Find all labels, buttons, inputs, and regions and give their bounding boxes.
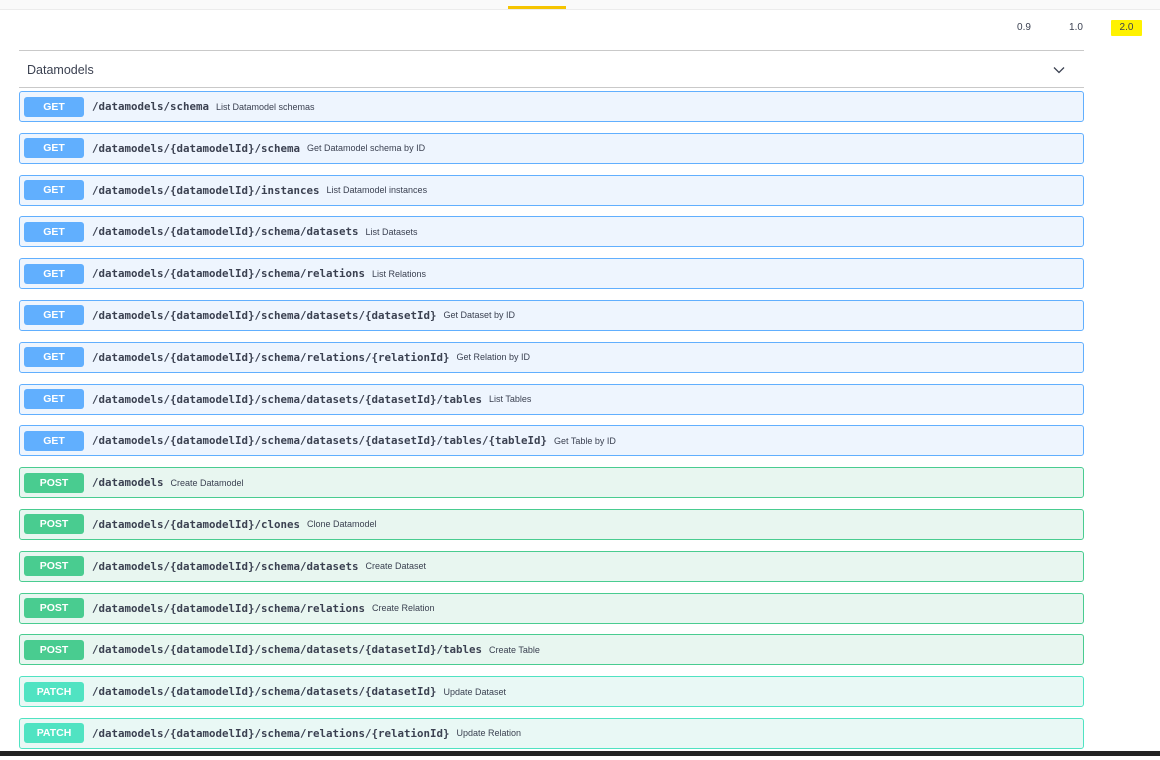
bottom-edge bbox=[0, 751, 1160, 756]
operation-path: /datamodels/{datamodelId}/schema/dataset… bbox=[92, 392, 483, 406]
operation-summary: List Datasets bbox=[365, 226, 418, 237]
method-badge-get: GET bbox=[24, 389, 84, 410]
operation-row-patch[interactable]: PATCH/datamodels/{datamodelId}/schema/da… bbox=[19, 676, 1084, 708]
operation-summary: Update Dataset bbox=[443, 686, 507, 697]
method-badge-get: GET bbox=[24, 430, 84, 451]
section-bottom-divider bbox=[19, 87, 1084, 88]
section-title: Datamodels bbox=[27, 63, 94, 77]
method-badge-get: GET bbox=[24, 305, 84, 326]
version-selector: 0.9 1.0 2.0 bbox=[0, 20, 1160, 38]
version-option-1-0[interactable]: 1.0 bbox=[1067, 20, 1085, 36]
operation-path: /datamodels/{datamodelId}/clones bbox=[92, 517, 301, 531]
operation-path: /datamodels/{datamodelId}/schema/dataset… bbox=[92, 643, 483, 657]
operation-path: /datamodels/{datamodelId}/schema/dataset… bbox=[92, 685, 437, 699]
method-badge-post: POST bbox=[24, 472, 84, 493]
operation-summary: List Datamodel schemas bbox=[216, 101, 315, 112]
operation-row-post[interactable]: POST/datamodels/{datamodelId}/schema/rel… bbox=[19, 592, 1084, 624]
section-top-divider bbox=[19, 50, 1084, 51]
operation-summary: Create Datamodel bbox=[170, 477, 244, 488]
method-badge-post: POST bbox=[24, 514, 84, 535]
operation-path: /datamodels/schema bbox=[92, 100, 210, 113]
method-badge-post: POST bbox=[24, 598, 84, 619]
operation-summary: Create Table bbox=[489, 644, 540, 655]
operation-path: /datamodels/{datamodelId}/schema/dataset… bbox=[92, 225, 359, 239]
operation-row-post[interactable]: POST/datamodels/{datamodelId}/schema/dat… bbox=[19, 550, 1084, 582]
operation-path: /datamodels bbox=[92, 476, 164, 490]
method-badge-post: POST bbox=[24, 556, 84, 577]
operation-summary: Get Relation by ID bbox=[456, 352, 531, 363]
method-badge-patch: PATCH bbox=[24, 723, 84, 744]
operation-path: /datamodels/{datamodelId}/schema/dataset… bbox=[92, 434, 548, 448]
method-badge-get: GET bbox=[24, 221, 84, 242]
operation-summary: Get Datamodel schema by ID bbox=[307, 143, 426, 154]
operation-row-post[interactable]: POST/datamodels Create Datamodel bbox=[19, 467, 1084, 499]
operation-row-get[interactable]: GET/datamodels/{datamodelId}/schema/data… bbox=[19, 425, 1084, 457]
operation-path: /datamodels/{datamodelId}/schema bbox=[92, 141, 301, 155]
operation-path: /datamodels/{datamodelId}/schema/relatio… bbox=[92, 267, 366, 281]
method-badge-get: GET bbox=[24, 96, 84, 117]
operations-list: GET/datamodels/schema List Datamodel sche… bbox=[19, 91, 1084, 760]
method-badge-get: GET bbox=[24, 180, 84, 201]
operation-summary: List Tables bbox=[489, 394, 532, 405]
operation-summary: Create Dataset bbox=[365, 561, 427, 572]
operation-path: /datamodels/{datamodelId}/schema/relatio… bbox=[92, 350, 450, 364]
operation-path: /datamodels/{datamodelId}/schema/relatio… bbox=[92, 726, 450, 740]
method-badge-post: POST bbox=[24, 639, 84, 660]
method-badge-get: GET bbox=[24, 347, 84, 368]
operation-path: /datamodels/{datamodelId}/schema/dataset… bbox=[92, 559, 359, 573]
operation-summary: List Datamodel instances bbox=[326, 185, 428, 196]
operation-summary: Get Dataset by ID bbox=[443, 310, 516, 321]
top-nav-strip bbox=[0, 0, 1160, 10]
operation-path: /datamodels/{datamodelId}/schema/dataset… bbox=[92, 308, 437, 322]
operation-row-get[interactable]: GET/datamodels/{datamodelId}/instances Li… bbox=[19, 174, 1084, 206]
operation-row-patch[interactable]: PATCH/datamodels/{datamodelId}/schema/re… bbox=[19, 717, 1084, 749]
operation-summary: Get Table by ID bbox=[554, 435, 616, 446]
method-badge-patch: PATCH bbox=[24, 681, 84, 702]
operation-path: /datamodels/{datamodelId}/schema/relatio… bbox=[92, 601, 366, 615]
method-badge-get: GET bbox=[24, 138, 84, 159]
chevron-down-icon[interactable] bbox=[1052, 63, 1066, 77]
operation-row-get[interactable]: GET/datamodels/{datamodelId}/schema/data… bbox=[19, 299, 1084, 331]
operation-row-get[interactable]: GET/datamodels/{datamodelId}/schema Get D… bbox=[19, 132, 1084, 164]
operation-row-get[interactable]: GET/datamodels/{datamodelId}/schema/data… bbox=[19, 216, 1084, 248]
operation-row-get[interactable]: GET/datamodels/{datamodelId}/schema/data… bbox=[19, 383, 1084, 415]
operation-summary: Clone Datamodel bbox=[307, 519, 377, 530]
operation-summary: Update Relation bbox=[456, 728, 522, 739]
operation-path: /datamodels/{datamodelId}/instances bbox=[92, 183, 320, 197]
active-tab-indicator bbox=[508, 6, 566, 9]
version-option-0-9[interactable]: 0.9 bbox=[1015, 20, 1033, 36]
version-option-2-0[interactable]: 2.0 bbox=[1111, 20, 1142, 36]
operation-row-get[interactable]: GET/datamodels/{datamodelId}/schema/rela… bbox=[19, 341, 1084, 373]
operation-row-post[interactable]: POST/datamodels/{datamodelId}/schema/dat… bbox=[19, 634, 1084, 666]
operation-summary: List Relations bbox=[372, 268, 427, 279]
section-header-datamodels[interactable]: Datamodels bbox=[19, 54, 1084, 86]
operation-summary: Create Relation bbox=[372, 603, 435, 614]
operation-row-get[interactable]: GET/datamodels/schema List Datamodel sche… bbox=[19, 91, 1084, 122]
operation-row-post[interactable]: POST/datamodels/{datamodelId}/clones Clon… bbox=[19, 508, 1084, 540]
method-badge-get: GET bbox=[24, 263, 84, 284]
operation-row-get[interactable]: GET/datamodels/{datamodelId}/schema/rela… bbox=[19, 258, 1084, 290]
